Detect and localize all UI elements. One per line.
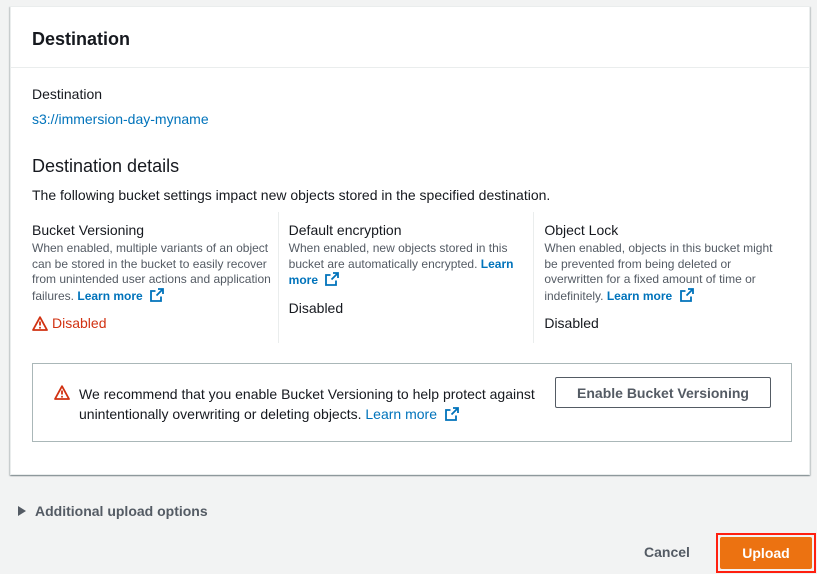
destination-panel: Destination Destination s3://immersion-d… — [10, 6, 810, 475]
setting-title: Bucket Versioning — [32, 222, 145, 238]
external-link-icon[interactable] — [150, 287, 164, 302]
panel-header: Destination — [11, 7, 809, 68]
setting-title: Object Lock — [544, 222, 619, 238]
settings-columns: Bucket Versioning When enabled, multiple… — [32, 212, 789, 343]
object-lock-status: Disabled — [544, 315, 599, 331]
enable-bucket-versioning-button[interactable]: Enable Bucket Versioning — [555, 377, 771, 408]
encryption-status: Disabled — [288, 299, 344, 316]
panel-title: Destination — [32, 29, 131, 49]
learn-more-link[interactable]: Learn more — [607, 289, 672, 303]
learn-more-link[interactable]: Learn more — [77, 289, 142, 303]
upload-button-highlight: Upload — [716, 533, 816, 573]
setting-default-encryption: Default encryption When enabled, new obj… — [277, 212, 534, 343]
alert-text: We recommend that you enable Bucket Vers… — [79, 386, 535, 422]
learn-more-link[interactable]: Learn more — [365, 406, 437, 422]
setting-description: When enabled, objects in this bucket mig… — [544, 241, 789, 304]
caret-right-icon — [18, 506, 26, 516]
setting-description-text: When enabled, new objects stored in this… — [288, 241, 508, 271]
warning-icon — [54, 385, 70, 400]
cancel-button[interactable]: Cancel — [644, 544, 690, 560]
destination-details-title: Destination details — [32, 156, 180, 176]
versioning-status: Disabled — [32, 314, 278, 332]
external-link-icon[interactable] — [679, 287, 694, 302]
external-link-icon[interactable] — [325, 272, 340, 286]
destination-label: Destination — [32, 86, 103, 102]
versioning-recommendation-alert: We recommend that you enable Bucket Vers… — [32, 363, 792, 442]
setting-description: When enabled, new objects stored in this… — [289, 241, 534, 289]
destination-details-description: The following bucket settings impact new… — [32, 187, 551, 203]
status-text: Disabled — [52, 315, 107, 331]
setting-bucket-versioning: Bucket Versioning When enabled, multiple… — [32, 212, 278, 343]
warning-icon — [32, 315, 48, 331]
destination-link[interactable]: s3://immersion-day-myname — [32, 110, 209, 128]
external-link-icon[interactable] — [444, 407, 459, 421]
upload-button[interactable]: Upload — [720, 537, 812, 569]
additional-upload-options-toggle[interactable]: Additional upload options — [18, 503, 208, 519]
panel-body: Destination s3://immersion-day-myname De… — [11, 68, 809, 343]
additional-upload-options-label: Additional upload options — [35, 503, 208, 519]
setting-title: Default encryption — [288, 222, 402, 238]
alert-message: We recommend that you enable Bucket Vers… — [79, 384, 549, 424]
setting-description: When enabled, multiple variants of an ob… — [32, 241, 278, 304]
setting-object-lock: Object Lock When enabled, objects in thi… — [533, 212, 789, 343]
